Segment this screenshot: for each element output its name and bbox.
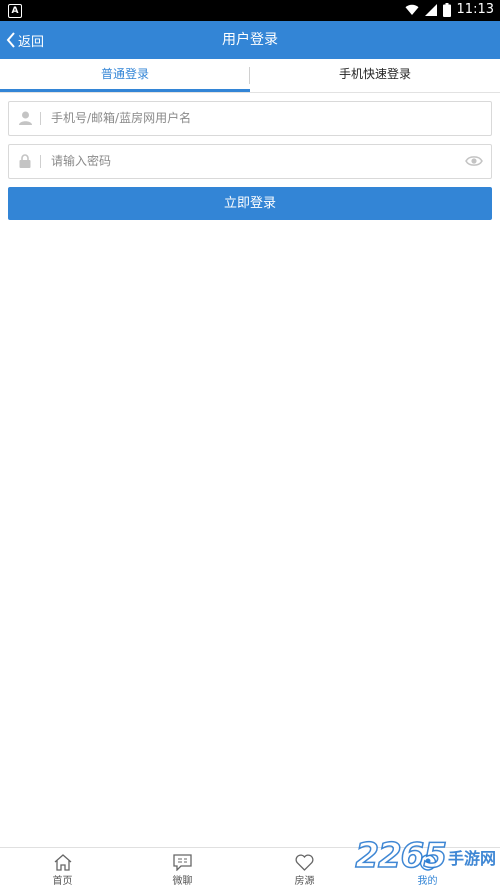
bottom-nav-home-label: 首页 <box>52 876 73 887</box>
user-icon <box>19 111 32 125</box>
status-bar: A 11:13 <box>0 0 500 21</box>
wifi-icon <box>405 4 419 15</box>
cellular-signal-icon <box>424 3 437 16</box>
heart-icon <box>295 854 314 871</box>
bottom-nav-listings[interactable]: 房源 <box>242 848 367 890</box>
bottom-nav-home[interactable]: 首页 <box>0 848 125 890</box>
field-separator <box>40 112 41 125</box>
battery-icon <box>442 2 451 17</box>
page-title: 用户登录 <box>222 32 278 48</box>
home-icon <box>54 854 71 871</box>
status-time: 11:13 <box>456 2 494 17</box>
bottom-nav-profile-label: 我的 <box>417 876 438 887</box>
top-navbar: 用户登录 返回 <box>0 21 500 59</box>
lock-icon <box>19 154 31 168</box>
bottom-nav-chat-label: 微聊 <box>172 876 193 887</box>
tab-normal-login[interactable]: 普通登录 <box>0 59 250 92</box>
login-submit-button[interactable]: 立即登录 <box>8 187 492 220</box>
username-input[interactable] <box>51 108 451 128</box>
password-input[interactable] <box>51 151 451 171</box>
bottom-nav-chat[interactable]: 微聊 <box>120 848 245 890</box>
bottom-nav-profile[interactable]: 我的 <box>365 848 490 890</box>
login-mode-tabs: 普通登录 手机快速登录 <box>0 59 500 93</box>
status-indicators: 11:13 <box>405 2 494 17</box>
back-button[interactable]: 返回 <box>6 21 44 59</box>
profile-icon <box>419 854 436 871</box>
bottom-nav: 首页 微聊 房源 我的 <box>0 847 500 890</box>
notification-app-icon: A <box>8 4 22 18</box>
back-button-label: 返回 <box>18 34 45 50</box>
chat-icon <box>173 854 192 871</box>
eye-icon[interactable] <box>465 155 483 167</box>
tab-phone-quick-login[interactable]: 手机快速登录 <box>250 59 500 92</box>
bottom-nav-listings-label: 房源 <box>294 876 315 887</box>
chevron-left-icon <box>6 32 15 48</box>
username-field <box>8 101 492 136</box>
field-separator <box>40 155 41 168</box>
password-field <box>8 144 492 179</box>
